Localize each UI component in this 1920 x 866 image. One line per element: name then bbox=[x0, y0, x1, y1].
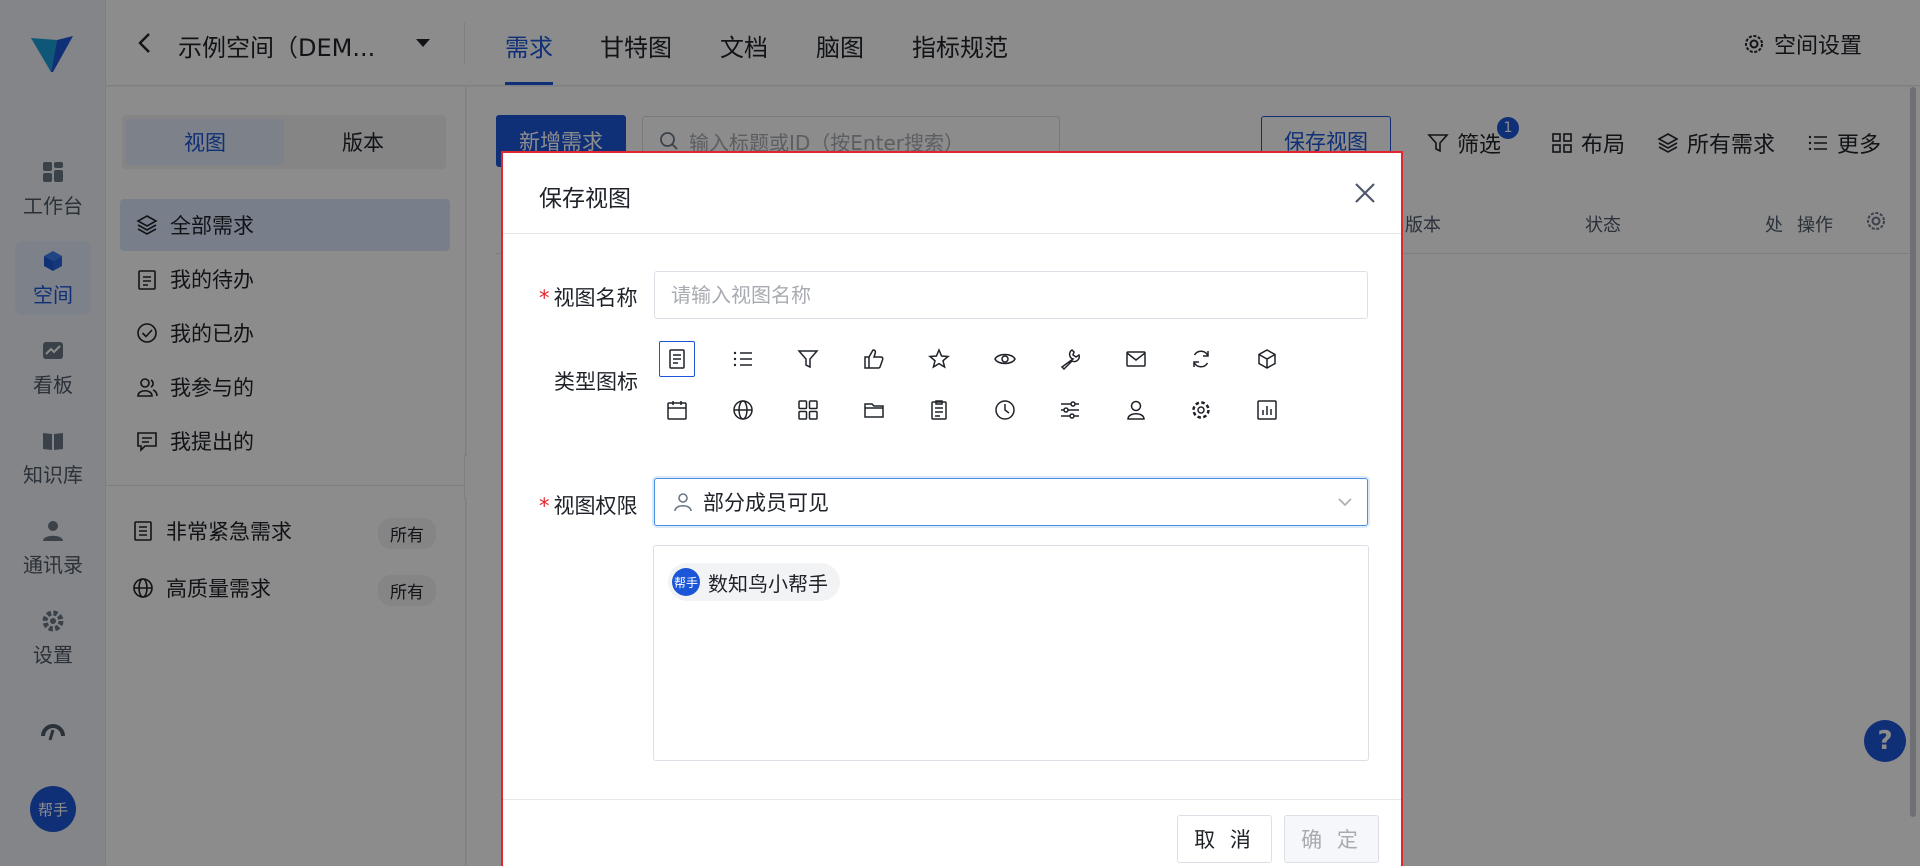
type-icon-option[interactable] bbox=[1118, 392, 1154, 428]
globe-icon bbox=[732, 400, 753, 420]
settings-icon bbox=[1192, 401, 1210, 419]
chevron-down-icon bbox=[1338, 498, 1352, 507]
thumb-up-icon bbox=[863, 349, 884, 369]
type-icon-option[interactable] bbox=[856, 392, 892, 428]
type-icon-option[interactable] bbox=[987, 392, 1023, 428]
member-name: 数知鸟小帮手 bbox=[708, 571, 828, 596]
calendar-icon bbox=[667, 401, 687, 420]
type-icon-option[interactable] bbox=[1052, 341, 1088, 377]
sliders-icon bbox=[1061, 401, 1079, 419]
type-icon-label: 类型图标 bbox=[554, 370, 638, 394]
refresh-icon bbox=[1193, 350, 1209, 368]
type-icon-option[interactable] bbox=[659, 392, 695, 428]
view-permission-select[interactable]: 部分成员可见 bbox=[654, 478, 1368, 526]
type-icon-option[interactable] bbox=[790, 392, 826, 428]
divider bbox=[503, 799, 1401, 800]
cancel-button[interactable]: 取 消 bbox=[1177, 815, 1272, 863]
mail-icon bbox=[1125, 351, 1146, 367]
required-mark: * bbox=[539, 494, 550, 518]
type-icon-option[interactable] bbox=[725, 341, 761, 377]
clock-icon bbox=[994, 400, 1015, 420]
type-icon-option[interactable] bbox=[1183, 341, 1219, 377]
required-mark: * bbox=[539, 286, 550, 310]
type-icon-option[interactable] bbox=[1183, 392, 1219, 428]
view-permission-label: * 视图权限 bbox=[539, 494, 638, 518]
permission-value: 部分成员可见 bbox=[703, 491, 829, 515]
close-icon[interactable] bbox=[1351, 179, 1379, 207]
type-icon-option[interactable] bbox=[725, 392, 761, 428]
divider bbox=[503, 233, 1401, 234]
type-icon-option[interactable] bbox=[659, 341, 695, 377]
clipboard-icon bbox=[931, 400, 947, 420]
type-icon-option[interactable] bbox=[1052, 392, 1088, 428]
grid-icon bbox=[798, 400, 818, 420]
bar-chart-icon bbox=[1256, 400, 1277, 420]
box-icon bbox=[1257, 349, 1276, 369]
members-selector[interactable]: 帮手 数知鸟小帮手 bbox=[653, 545, 1369, 761]
user-icon bbox=[674, 493, 692, 512]
view-name-input[interactable] bbox=[654, 271, 1368, 319]
save-view-dialog: 保存视图 *视图名称 类型图标 *视图权限 部分成员可见 帮手 数知鸟小帮手 取… bbox=[501, 151, 1403, 866]
type-icon-option[interactable] bbox=[1249, 392, 1285, 428]
dialog-title: 保存视图 bbox=[539, 186, 631, 212]
type-icon-option[interactable] bbox=[1118, 341, 1154, 377]
star-icon bbox=[928, 348, 950, 369]
type-icon-option[interactable] bbox=[987, 341, 1023, 377]
receipt-icon bbox=[669, 349, 685, 369]
view-name-label: * 视图名称 bbox=[539, 286, 638, 310]
folder-icon bbox=[863, 403, 884, 418]
type-icon-option[interactable] bbox=[1249, 341, 1285, 377]
confirm-button[interactable]: 确 定 bbox=[1284, 815, 1379, 863]
member-avatar: 帮手 bbox=[672, 568, 700, 596]
list-icon bbox=[733, 351, 752, 367]
type-icon-option[interactable] bbox=[856, 341, 892, 377]
wrench-icon bbox=[1060, 349, 1080, 371]
filter-icon bbox=[797, 350, 819, 369]
eye-icon bbox=[993, 353, 1016, 365]
type-icon-option[interactable] bbox=[921, 392, 957, 428]
type-icon-option[interactable] bbox=[790, 341, 826, 377]
member-chip[interactable]: 帮手 数知鸟小帮手 bbox=[668, 563, 840, 601]
user-icon bbox=[1126, 400, 1145, 420]
type-icon-option[interactable] bbox=[921, 341, 957, 377]
